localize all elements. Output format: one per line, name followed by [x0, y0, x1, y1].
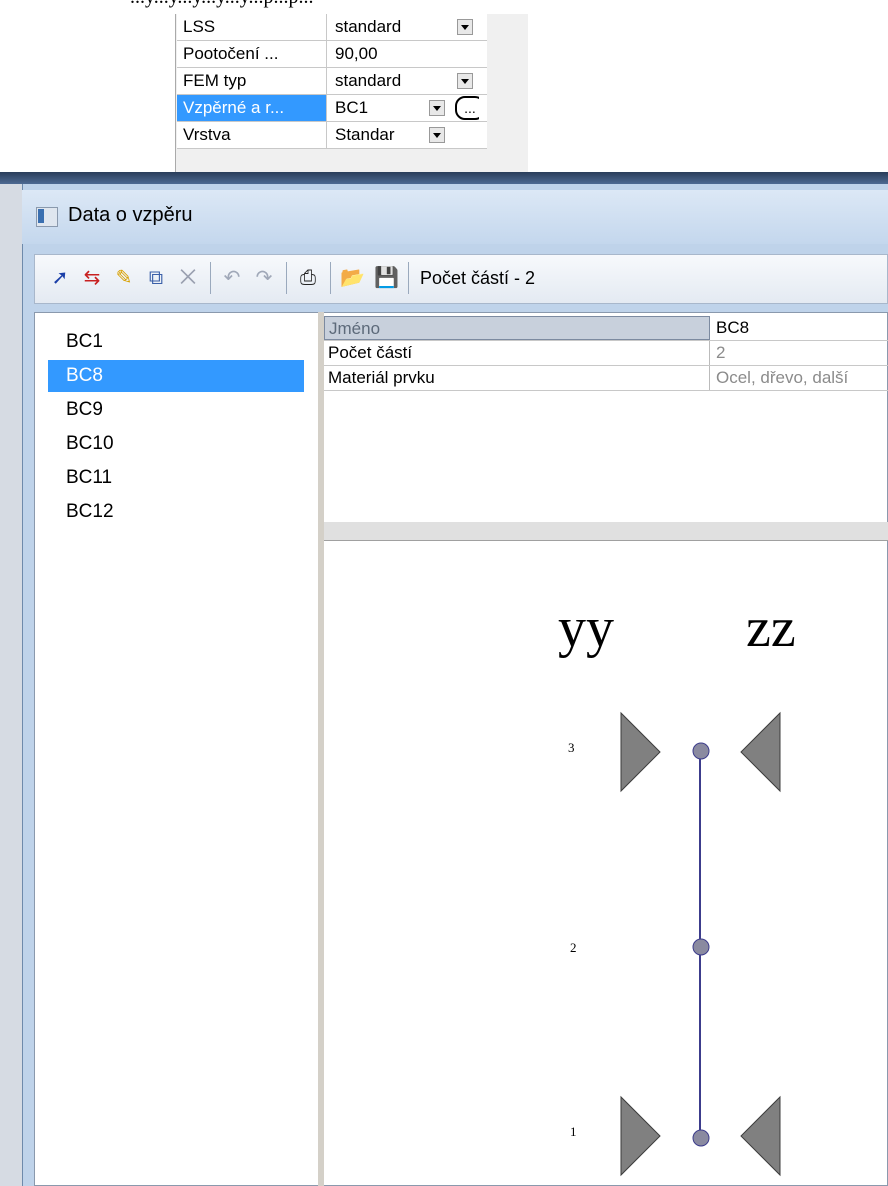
list-item[interactable]: BC8	[48, 360, 304, 392]
window-app-icon	[36, 207, 58, 227]
window-border	[0, 172, 888, 184]
list-item[interactable]: BC9	[48, 394, 304, 426]
support-zz-bottom	[740, 1095, 781, 1177]
property-value-text: Standar	[335, 125, 395, 144]
grid-value[interactable]: BC8	[716, 316, 749, 340]
property-row-lss[interactable]: LSS standard	[177, 14, 487, 41]
copy-icon[interactable]: ⧉	[144, 266, 168, 290]
node-bottom[interactable]	[692, 1129, 710, 1147]
list-item[interactable]: BC11	[48, 462, 304, 494]
buckling-diagram: yy zz 3 2 1	[558, 597, 796, 1177]
property-value[interactable]: Standar	[329, 122, 479, 148]
property-value-text: standard	[335, 71, 402, 90]
property-name: Pootočení ...	[177, 41, 327, 67]
undo-icon[interactable]: ↶	[220, 266, 244, 290]
axis-label-yy: yy	[558, 597, 614, 659]
new-icon[interactable]: ➚	[48, 266, 72, 290]
toolbar-separator	[210, 262, 211, 294]
grid-row-material[interactable]: Materiál prvku Ocel, dřevo, další	[324, 366, 888, 391]
property-name: FEM typ	[177, 68, 327, 94]
property-row-layer[interactable]: Vrstva Standar	[177, 122, 487, 149]
toolbar-separator	[286, 262, 287, 294]
property-value-text: BC1	[335, 98, 369, 117]
node-middle[interactable]	[692, 938, 710, 956]
grid-name: Materiál prvku	[324, 366, 710, 390]
grid-name: Jméno	[324, 316, 710, 340]
property-value-text: 90,00	[335, 44, 378, 63]
node-top[interactable]	[692, 742, 710, 760]
ellipsis-button[interactable]: ...	[455, 96, 479, 120]
grid-name: Počet částí	[324, 341, 710, 365]
delete-icon[interactable]: ⨉	[176, 266, 200, 290]
support-yy-top	[620, 711, 661, 793]
redo-icon[interactable]: ↷	[252, 266, 276, 290]
property-row-rotation[interactable]: Pootočení ... 90,00	[177, 41, 487, 68]
node-label-3: 3	[568, 740, 575, 755]
grid-row-parts[interactable]: Počet částí 2	[324, 341, 888, 366]
list-item[interactable]: BC12	[48, 496, 304, 528]
print-icon[interactable]: ⎙	[296, 266, 320, 290]
dropdown-arrow-icon[interactable]	[457, 73, 473, 89]
property-row-fem-type[interactable]: FEM typ standard	[177, 68, 487, 95]
property-value[interactable]: 90,00	[329, 41, 479, 67]
axis-label-zz: zz	[746, 597, 796, 659]
node-label-1: 1	[570, 1124, 577, 1139]
property-value-text: standard	[335, 17, 402, 36]
save-icon[interactable]: 💾	[374, 266, 399, 290]
property-name: Vzpěrné a r...	[177, 95, 327, 121]
dropdown-arrow-icon[interactable]	[429, 100, 445, 116]
insert-icon[interactable]: ⇆	[80, 266, 104, 290]
property-value[interactable]: standard	[329, 68, 479, 94]
toolbar-separator	[408, 262, 409, 294]
property-value[interactable]: standard	[329, 14, 479, 40]
toolbar-separator	[330, 262, 331, 294]
dropdown-arrow-icon[interactable]	[429, 127, 445, 143]
dropdown-arrow-icon[interactable]	[457, 19, 473, 35]
grid-row-name[interactable]: Jméno BC8	[324, 316, 888, 341]
property-name: LSS	[177, 14, 327, 40]
support-yy-bottom	[620, 1095, 661, 1177]
open-icon[interactable]: 📂	[340, 266, 365, 290]
horizontal-splitter[interactable]	[324, 522, 888, 541]
grid-value: Ocel, dřevo, další	[716, 368, 849, 387]
support-zz-top	[740, 711, 781, 793]
property-value[interactable]: BC1...	[329, 95, 479, 121]
property-table: LSS standard Pootočení ... 90,00 FEM typ…	[177, 14, 487, 149]
list-item[interactable]: BC1	[48, 326, 304, 358]
background-caption: ...y...y...y...y...y...p...p...	[130, 0, 314, 9]
grid-value: 2	[716, 343, 726, 362]
dialog-title: Data o vzpěru	[68, 204, 193, 226]
list-item[interactable]: BC10	[48, 428, 304, 460]
property-name: Vrstva	[177, 122, 327, 148]
edit-icon[interactable]: ✎	[112, 266, 136, 290]
node-label-2: 2	[570, 940, 577, 955]
toolbar-status: Počet částí - 2	[420, 268, 536, 288]
background-window-edge	[0, 184, 22, 1186]
property-row-buckling[interactable]: Vzpěrné a r... BC1...	[177, 95, 487, 122]
